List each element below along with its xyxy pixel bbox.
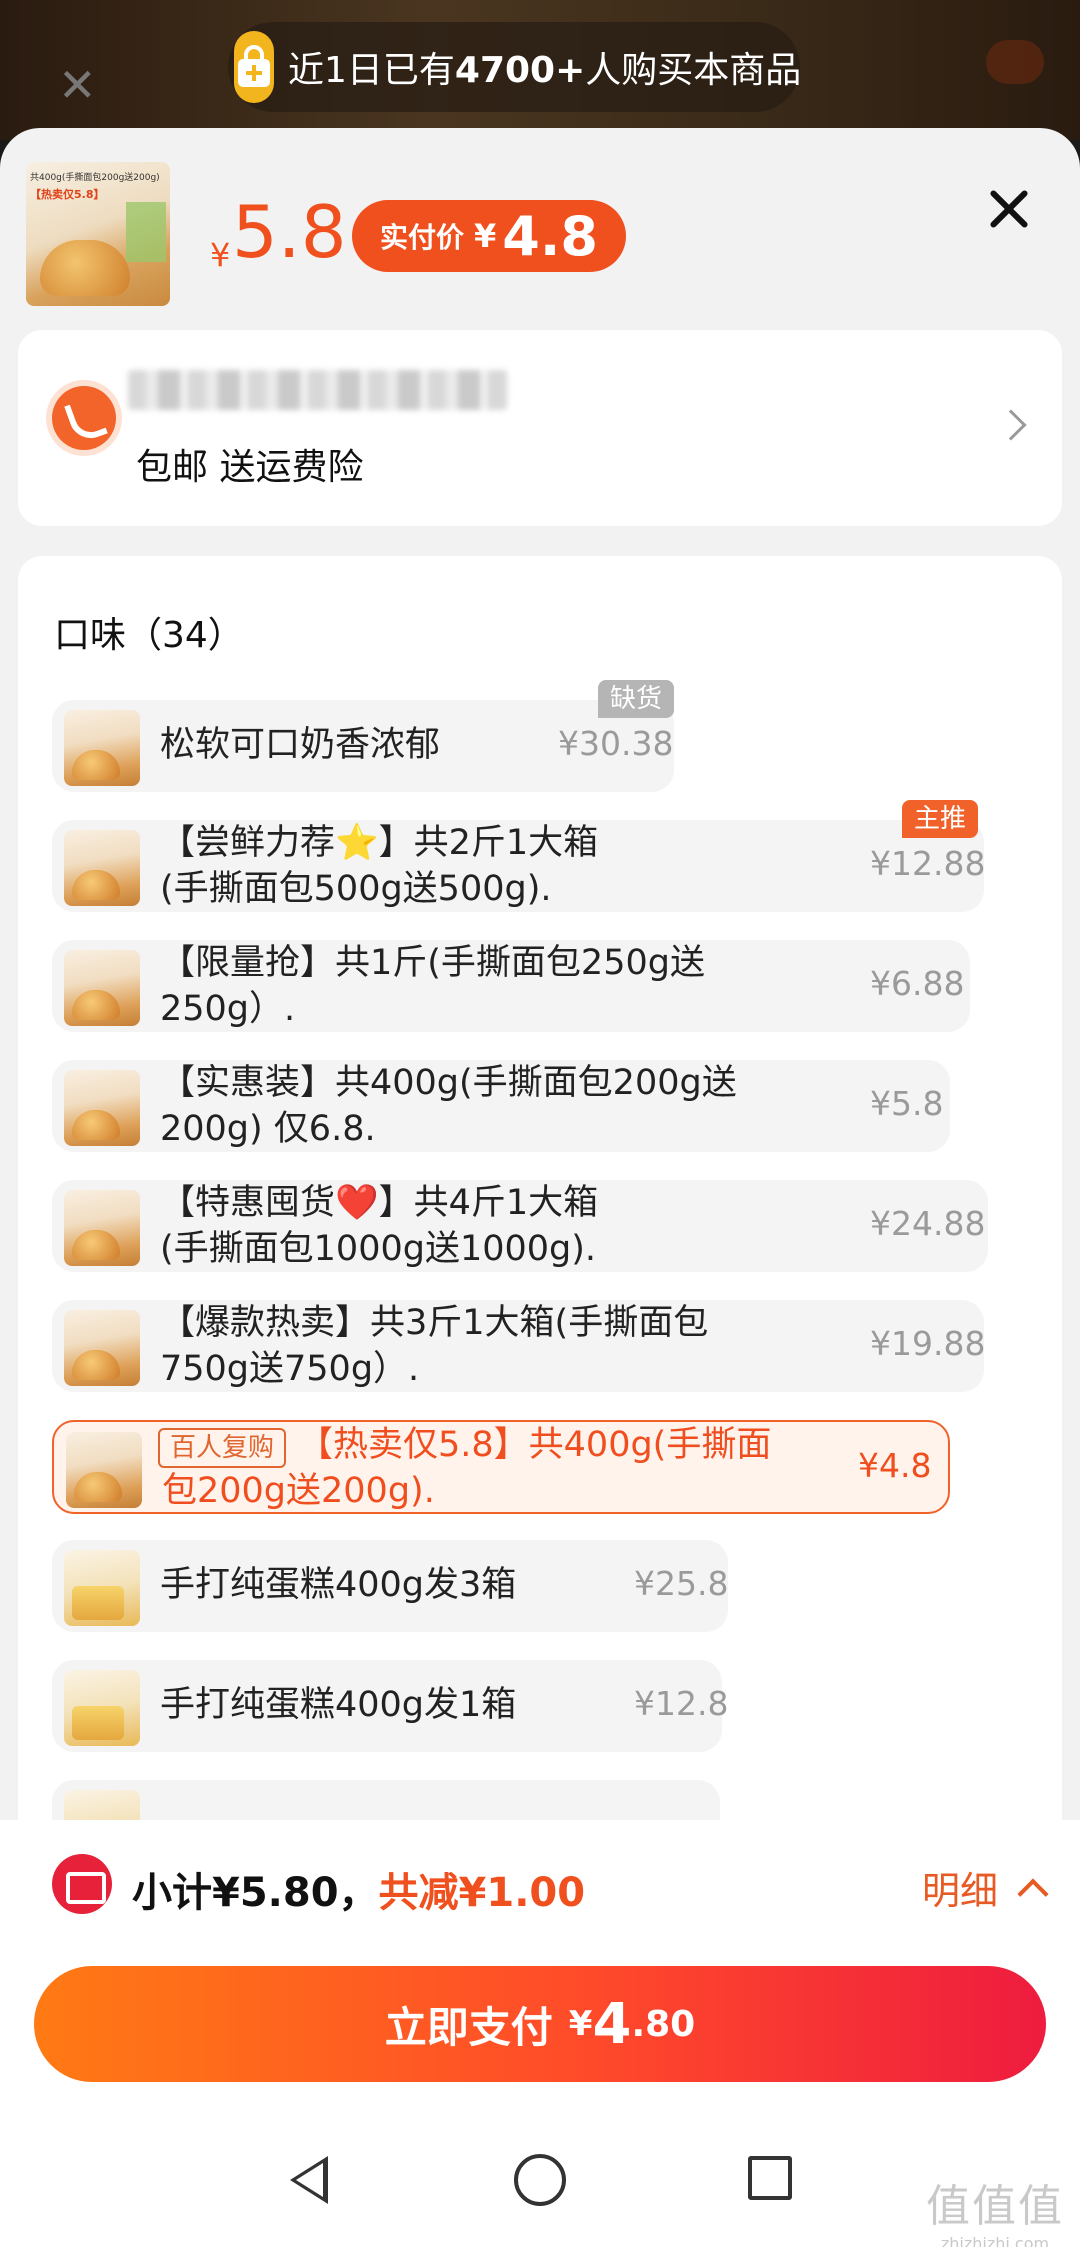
option-label: 【爆款热卖】共3斤1大箱(手撕面包750g送750g）.	[160, 1303, 709, 1389]
real-price-badge: 实付价 ¥ 4.8	[352, 200, 626, 272]
option-price: ¥12.8	[634, 1684, 729, 1723]
option-thumbnail	[66, 1432, 142, 1508]
option-thumbnail	[64, 950, 140, 1026]
option-price: ¥6.88	[870, 964, 965, 1003]
option-item[interactable]: 【限量抢】共1斤(手撕面包250g送250g）. ¥6.88	[52, 940, 970, 1032]
option-label: 【特惠囤货❤️】共4斤1大箱(手撕面包1000g送1000g).	[160, 1183, 599, 1269]
pay-label: 立即支付	[384, 2002, 553, 2052]
price-currency: ¥	[210, 236, 231, 274]
subtotal-value: 小计¥5.80，	[132, 1870, 379, 1916]
thumbnail-label: 【热卖仅5.8】	[30, 188, 105, 201]
background-close-icon: ✕	[58, 58, 97, 112]
option-price: ¥24.88	[870, 1204, 986, 1243]
option-thumbnail	[64, 1070, 140, 1146]
option-item[interactable]: 【爆款热卖】共3斤1大箱(手撕面包750g送750g）. ¥19.88	[52, 1300, 986, 1392]
address-card[interactable]: 包邮 送运费险	[18, 330, 1062, 526]
background-tag	[986, 40, 1044, 84]
address-redacted	[128, 370, 508, 410]
system-nav-bar: 值值值 zhizhizhi.com	[0, 2120, 1080, 2247]
watermark-sub: zhizhizhi.com	[940, 2234, 1050, 2247]
pay-currency: ¥	[568, 2004, 593, 2044]
pay-now-button[interactable]: 立即支付 ¥ 4 .80	[34, 1966, 1046, 2082]
product-thumbnail[interactable]: 共400g(手撕面包200g送200g) 【热卖仅5.8】	[26, 162, 170, 306]
chevron-right-icon	[995, 409, 1027, 441]
shipping-info: 包邮 送运费险	[136, 447, 364, 488]
options-title: 口味（34）	[54, 615, 244, 656]
real-price-label: 实付价	[380, 221, 465, 254]
option-thumbnail	[64, 1190, 140, 1266]
option-price: ¥12.88	[870, 844, 986, 883]
option-item[interactable]: 【实惠装】共400g(手撕面包200g送200g) 仅6.8. ¥5.8	[52, 1060, 950, 1152]
option-item[interactable]: 松软可口奶香浓郁 ¥30.38	[52, 700, 674, 792]
pay-amount-integer: 4	[592, 1991, 632, 2057]
option-thumbnail	[64, 710, 140, 786]
out-of-stock-badge: 缺货	[598, 680, 675, 718]
watermark: 值值值 zhizhizhi.com	[926, 2170, 1064, 2247]
option-item[interactable]: 手打纯蛋糕400g发1箱 ¥12.8	[52, 1660, 728, 1752]
thumbnail-box-graphic	[126, 202, 166, 262]
location-icon	[52, 386, 116, 450]
repurchase-badge: 百人复购	[158, 1428, 287, 1468]
option-thumbnail	[64, 1310, 140, 1386]
price-value: 5.8	[232, 190, 347, 274]
close-icon[interactable]	[986, 186, 1032, 232]
watermark-main: 值值值	[926, 2181, 1064, 2232]
option-label: 手打纯蛋糕400g发3箱	[160, 1565, 517, 1605]
option-thumbnail	[64, 1670, 140, 1746]
option-price: ¥19.88	[870, 1324, 986, 1363]
real-price-value: 4.8	[502, 204, 598, 268]
coupon-icon	[52, 1854, 112, 1914]
recent-apps-icon[interactable]	[748, 2156, 792, 2200]
option-price: ¥25.8	[634, 1564, 729, 1603]
option-label: 松软可口奶香浓郁	[160, 725, 441, 765]
recommended-badge: 主推	[902, 800, 979, 838]
option-price: ¥30.38	[558, 724, 674, 763]
thumbnail-band-text: 共400g(手撕面包200g送200g)	[30, 173, 160, 183]
purchase-notice-banner: 近1日已有4700+人购买本商品	[228, 22, 802, 112]
option-price: ¥5.8	[870, 1084, 944, 1123]
discount-value: 共减¥1.00	[378, 1870, 586, 1916]
option-label: 【限量抢】共1斤(手撕面包250g送250g）.	[160, 943, 705, 1029]
option-item[interactable]: 手打纯蛋糕400g发3箱 ¥25.8	[52, 1540, 728, 1632]
option-thumbnail	[64, 1550, 140, 1626]
bag-icon	[234, 31, 274, 103]
home-icon[interactable]	[514, 2154, 566, 2206]
pay-amount-decimal: .80	[631, 2003, 696, 2045]
back-icon[interactable]	[290, 2156, 328, 2204]
chevron-up-icon	[1017, 1877, 1049, 1910]
option-item[interactable]: 【特惠囤货❤️】共4斤1大箱(手撕面包1000g送1000g). ¥24.88	[52, 1180, 988, 1272]
notice-text: 近1日已有4700+人购买本商品	[288, 50, 802, 91]
checkout-bar: 小计¥5.80，共减¥1.00 明细 立即支付 ¥ 4 .80	[0, 1820, 1080, 2120]
detail-toggle[interactable]: 明细	[921, 1860, 1049, 1915]
option-item[interactable]: 【尝鲜力荐⭐】共2斤1大箱(手撕面包500g送500g). ¥12.88	[52, 820, 986, 912]
option-label: 【尝鲜力荐⭐】共2斤1大箱(手撕面包500g送500g).	[160, 823, 599, 909]
thumbnail-bread-graphic	[40, 240, 130, 296]
option-price: ¥4.8	[858, 1446, 932, 1485]
detail-label: 明细	[921, 1869, 998, 1913]
real-price-currency: ¥	[474, 217, 497, 255]
subtotal-text: 小计¥5.80，共减¥1.00	[132, 1860, 585, 1918]
option-thumbnail	[64, 830, 140, 906]
option-label: 手打纯蛋糕400g发1箱	[160, 1685, 517, 1725]
options-card: 口味（34） 松软可口奶香浓郁 ¥30.38 缺货 【尝鲜力荐⭐】共2斤1大箱(…	[18, 556, 1062, 2026]
option-label: 【实惠装】共400g(手撕面包200g送200g) 仅6.8.	[160, 1063, 737, 1149]
